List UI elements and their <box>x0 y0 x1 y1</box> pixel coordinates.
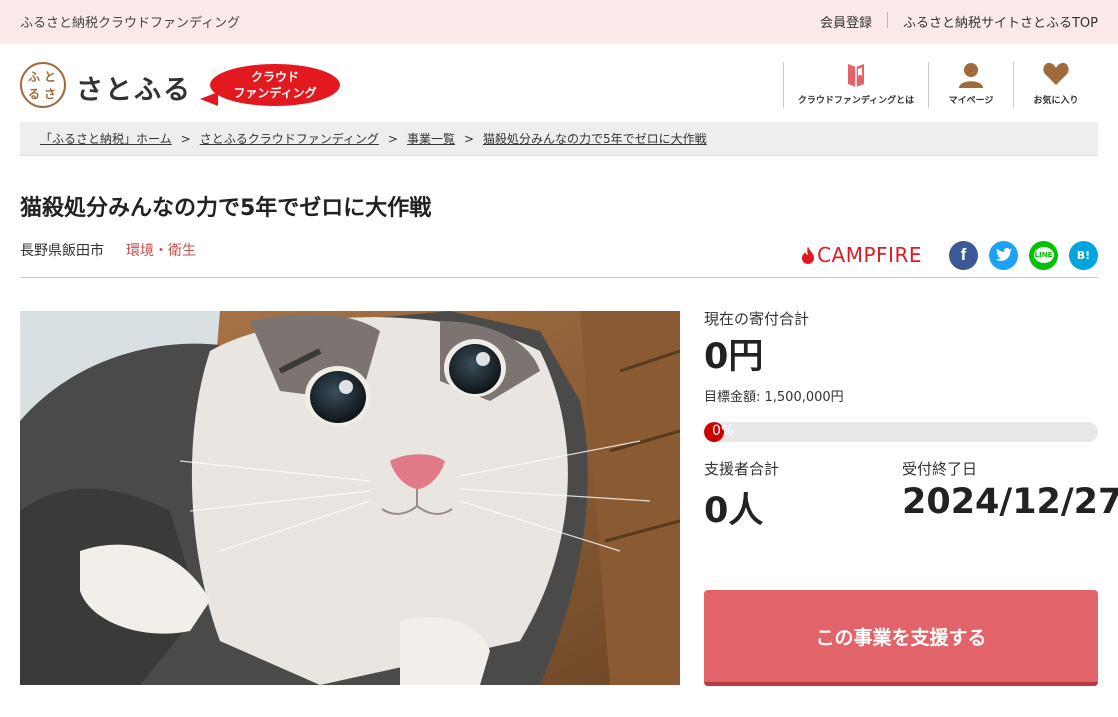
flame-icon <box>802 246 815 264</box>
user-icon <box>958 62 984 92</box>
badge-line: クラウド <box>250 70 299 84</box>
breadcrumb-project-list[interactable]: 事業一覧 <box>407 130 455 147</box>
deadline-label: 受付終了日 <box>902 460 978 478</box>
project-category-link[interactable]: 環境・衛生 <box>126 240 196 260</box>
campfire-text: CAMPFIRE <box>817 243 922 267</box>
project-city: 長野県飯田市 <box>20 243 104 259</box>
support-project-button[interactable]: この事業を支援する <box>704 590 1098 686</box>
logo-icon[interactable]: ふ と る さ <box>20 62 66 108</box>
top-bar: ふるさと納税クラウドファンディング 会員登録 ふるさと納税サイトさとふるTOP <box>0 0 1118 44</box>
logo-char: と <box>44 70 57 84</box>
page-title: 猫殺処分みんなの力で5年でゼロに大作戦 <box>20 196 432 221</box>
nav-label: マイページ <box>948 96 994 106</box>
breadcrumb: 「ふるさと納税」ホーム > さとふるクラウドファンディング > 事業一覧 > 猫… <box>20 122 1098 156</box>
line-share-button[interactable]: LINE <box>1029 240 1058 270</box>
share-bar: CAMPFIRE f LINE B! <box>801 240 1098 270</box>
nav-label: お気に入り <box>1033 96 1079 106</box>
book-icon <box>846 62 866 92</box>
breadcrumb-home[interactable]: 「ふるさと納税」ホーム <box>40 130 172 147</box>
twitter-icon <box>995 248 1012 261</box>
top-links: 会員登録 ふるさと納税サイトさとふるTOP <box>820 12 1098 31</box>
facebook-icon: f <box>960 245 967 264</box>
badge-line: ファンディング <box>233 86 317 100</box>
satofull-top-link[interactable]: ふるさと納税サイトさとふるTOP <box>903 12 1098 31</box>
heart-icon <box>1043 62 1069 90</box>
breadcrumb-crowdfunding[interactable]: さとふるクラウドファンディング <box>200 130 379 147</box>
total-donation-value: 0円 <box>704 337 764 377</box>
member-register-link[interactable]: 会員登録 <box>820 12 872 31</box>
progress-bar: 0% <box>704 422 1098 442</box>
breadcrumb-separator: > <box>387 131 398 146</box>
supporters-label: 支援者合計 <box>704 460 780 478</box>
nav-favorites[interactable]: お気に入り <box>1013 62 1098 108</box>
crowdfunding-badge: クラウド ファンディング <box>200 64 340 106</box>
line-icon: LINE <box>1033 247 1054 263</box>
breadcrumb-current[interactable]: 猫殺処分みんなの力で5年でゼロに大作戦 <box>483 130 707 147</box>
nav-mypage[interactable]: マイページ <box>928 62 1013 108</box>
project-meta: 長野県飯田市 環境・衛生 <box>20 240 196 260</box>
twitter-share-button[interactable] <box>989 240 1018 270</box>
divider <box>20 277 1098 278</box>
logo-char: ふ <box>28 70 41 84</box>
site-header: ふ と る さ さとふる クラウド ファンディング クラウドファンディングとは … <box>0 44 1118 122</box>
nav-about-crowdfunding[interactable]: クラウドファンディングとは <box>783 62 928 108</box>
facebook-share-button[interactable]: f <box>949 240 978 270</box>
campfire-logo[interactable]: CAMPFIRE <box>801 243 922 267</box>
hatena-icon: B! <box>1076 248 1091 262</box>
project-image <box>20 311 680 685</box>
logo-char: さ <box>44 87 57 101</box>
breadcrumb-separator: > <box>180 131 191 146</box>
goal-amount: 目標金額: 1,500,000円 <box>704 390 844 405</box>
progress-percent: 0% <box>712 423 735 439</box>
supporters-value: 0人 <box>704 491 764 531</box>
total-donation-label: 現在の寄付合計 <box>704 310 810 328</box>
deadline-value: 2024/12/27 <box>902 482 1118 522</box>
header-nav: クラウドファンディングとは マイページ お気に入り <box>783 62 1098 108</box>
site-name: ふるさと納税クラウドファンディング <box>20 16 241 31</box>
breadcrumb-separator: > <box>463 131 475 146</box>
divider <box>886 12 888 28</box>
hatena-share-button[interactable]: B! <box>1069 240 1098 270</box>
logo-text[interactable]: さとふる <box>76 68 192 107</box>
logo-char: る <box>28 87 41 101</box>
nav-label: クラウドファンディングとは <box>797 96 915 106</box>
